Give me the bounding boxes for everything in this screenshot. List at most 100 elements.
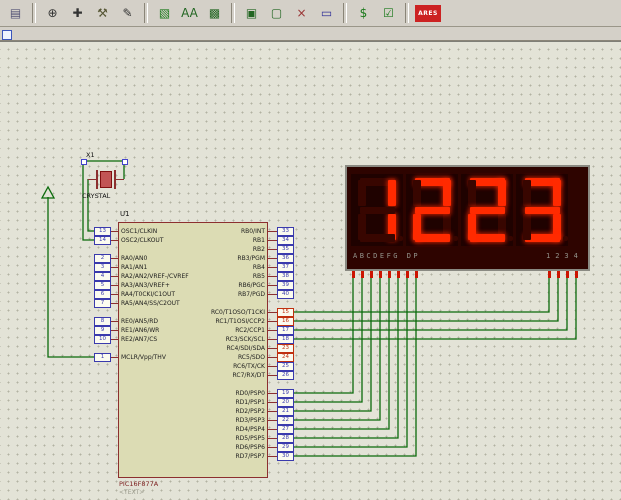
digit-1 (351, 174, 403, 246)
pin-number-13[interactable]: 13 (94, 227, 111, 236)
pin-number-21[interactable]: 21 (277, 407, 294, 416)
pin-number-10[interactable]: 10 (94, 335, 111, 344)
display-pin (379, 271, 382, 278)
pin-name-37: RB4 (252, 264, 265, 271)
pin-number-3[interactable]: 3 (94, 263, 111, 272)
pin-number-36[interactable]: 36 (277, 254, 294, 263)
pin-name-15: RC0/T1OSO/T1CKI (210, 309, 265, 316)
pin-stub (268, 393, 277, 394)
pin-number-9[interactable]: 9 (94, 326, 111, 335)
digit-pins-label: 1234 (546, 252, 583, 260)
segment-f (413, 179, 421, 206)
pin-stub (268, 420, 277, 421)
digit-4 (516, 174, 568, 246)
crystal-body[interactable] (100, 171, 112, 188)
segment-g (359, 206, 395, 214)
pin-number-29[interactable]: 29 (277, 443, 294, 452)
pin-number-20[interactable]: 20 (277, 398, 294, 407)
crystal-plate (114, 170, 116, 189)
crystal-pin-left (88, 179, 96, 180)
segment-g (469, 206, 505, 214)
display-pin (406, 271, 409, 278)
display-pin (557, 271, 560, 278)
pin-name-18: RC3/SCK/SCL (225, 336, 265, 343)
pin-number-30[interactable]: 30 (277, 452, 294, 461)
seven-segment-display[interactable]: ABCDEFG DP 1234 (345, 165, 590, 271)
pin-number-37[interactable]: 37 (277, 263, 294, 272)
crystal-value: CRYSTAL (82, 192, 111, 200)
segment-b (553, 179, 561, 206)
pin-number-4[interactable]: 4 (94, 272, 111, 281)
segment-b (388, 179, 396, 206)
pin-number-14[interactable]: 14 (94, 236, 111, 245)
segment-f (358, 179, 366, 206)
mcu-part-label: PIC16F877A (119, 480, 159, 488)
segment-f (523, 179, 531, 206)
pin-number-23[interactable]: 23 (277, 344, 294, 353)
pin-number-40[interactable]: 40 (277, 290, 294, 299)
pin-stub (268, 312, 277, 313)
pin-number-35[interactable]: 35 (277, 245, 294, 254)
pin-number-39[interactable]: 39 (277, 281, 294, 290)
pin-name-2: RA0/AN0 (121, 255, 148, 262)
pin-stub (268, 456, 277, 457)
pin-number-8[interactable]: 8 (94, 317, 111, 326)
pin-name-19: RD0/PSP0 (235, 390, 266, 397)
pin-name-22: RD3/PSP3 (235, 417, 266, 424)
pin-number-1[interactable]: 1 (94, 353, 111, 362)
pin-name-7: RA5/AN4/SS/C2OUT (121, 300, 180, 307)
mcu-text-placeholder: <TEXT> (119, 489, 145, 496)
pin-stub (268, 294, 277, 295)
pin-stub (268, 438, 277, 439)
pin-name-23: RC4/SDI/SDA (226, 345, 265, 352)
pin-name-24: RC5/SDO (237, 354, 265, 361)
pin-number-18[interactable]: 18 (277, 335, 294, 344)
pin-stub (268, 249, 277, 250)
pin-name-39: RB6/PGC (238, 282, 265, 289)
node-marker (81, 159, 87, 165)
pin-stub (268, 276, 277, 277)
pin-number-25[interactable]: 25 (277, 362, 294, 371)
pin-name-16: RC1/T1OSI/CCP2 (215, 318, 265, 325)
pin-number-19[interactable]: 19 (277, 389, 294, 398)
pin-number-5[interactable]: 5 (94, 281, 111, 290)
pin-number-27[interactable]: 27 (277, 425, 294, 434)
pin-number-17[interactable]: 17 (277, 326, 294, 335)
segment-e (413, 213, 421, 240)
pin-number-33[interactable]: 33 (277, 227, 294, 236)
pin-stub (268, 339, 277, 340)
crystal-pin-right (116, 179, 124, 180)
digit-3 (461, 174, 513, 246)
pin-name-38: RB5 (252, 273, 265, 280)
pin-stub (268, 429, 277, 430)
pin-number-34[interactable]: 34 (277, 236, 294, 245)
pin-number-15[interactable]: 15 (277, 308, 294, 317)
pin-name-35: RB2 (252, 246, 265, 253)
display-pin (415, 271, 418, 278)
pin-number-2[interactable]: 2 (94, 254, 111, 263)
segment-g (524, 206, 560, 214)
pin-number-6[interactable]: 6 (94, 290, 111, 299)
pin-stub (268, 348, 277, 349)
display-pin (566, 271, 569, 278)
pin-name-28: RD5/PSP5 (235, 435, 266, 442)
pin-number-24[interactable]: 24 (277, 353, 294, 362)
pin-number-16[interactable]: 16 (277, 317, 294, 326)
pin-name-40: RB7/PGD (237, 291, 265, 298)
display-pin (352, 271, 355, 278)
node-marker (122, 159, 128, 165)
pin-stub (268, 330, 277, 331)
pin-number-28[interactable]: 28 (277, 434, 294, 443)
pin-stub (268, 375, 277, 376)
pin-name-21: RD2/PSP2 (235, 408, 266, 415)
pin-number-7[interactable]: 7 (94, 299, 111, 308)
pin-number-26[interactable]: 26 (277, 371, 294, 380)
pin-name-36: RB3/PGM (237, 255, 265, 262)
pin-number-22[interactable]: 22 (277, 416, 294, 425)
mcu-ref: U1 (120, 210, 130, 218)
pin-number-38[interactable]: 38 (277, 272, 294, 281)
pin-name-20: RD1/PSP1 (235, 399, 266, 406)
display-pin (548, 271, 551, 278)
pin-stub (268, 366, 277, 367)
pin-name-26: RC7/RX/DT (232, 372, 265, 379)
